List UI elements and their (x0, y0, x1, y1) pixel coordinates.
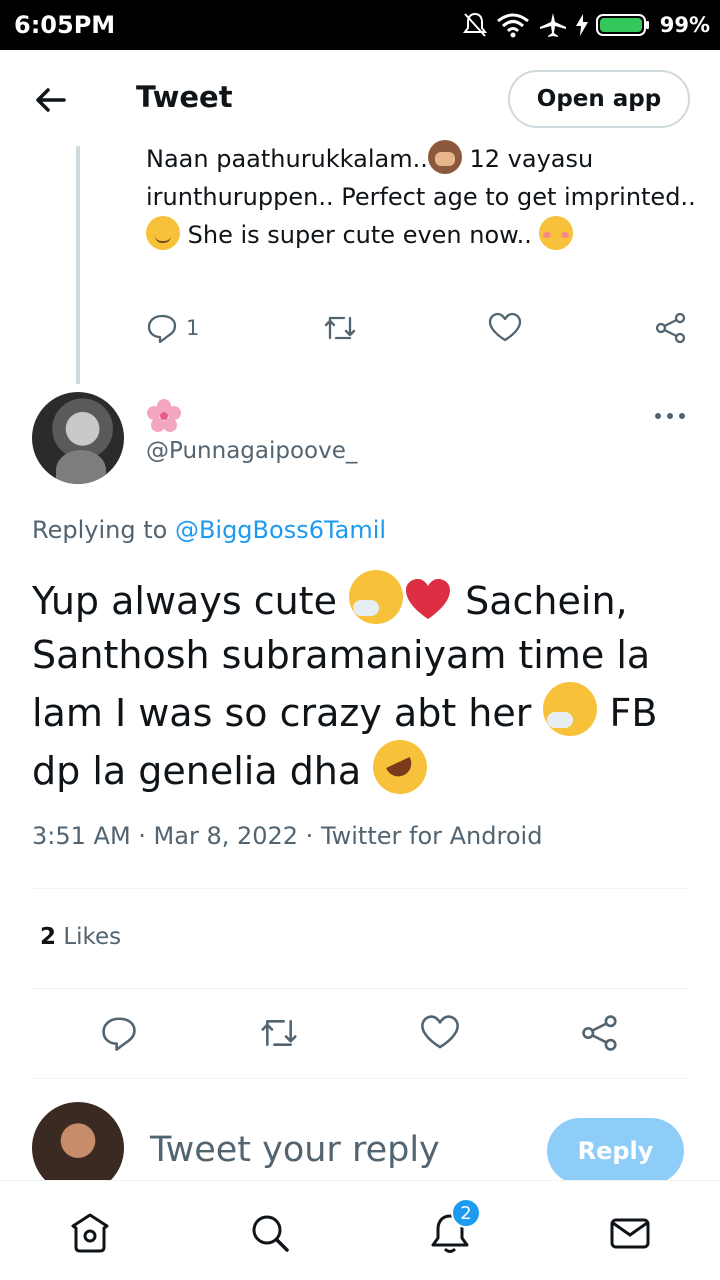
sneezing-face-icon (349, 570, 404, 624)
replying-to-mention-link[interactable]: @BiggBoss6Tamil (175, 516, 386, 544)
reply-input[interactable]: Tweet your reply (150, 1130, 440, 1170)
retweet-button[interactable] (258, 1014, 300, 1052)
replying-to-label: Replying to (32, 516, 175, 544)
status-time: 6:05PM (14, 11, 116, 39)
parent-share-button[interactable] (654, 312, 688, 344)
parent-like-button[interactable] (488, 312, 522, 344)
tweet-timestamp-source[interactable]: 3:51 AM · Mar 8, 2022 · Twitter for Andr… (32, 822, 542, 850)
reply-icon (102, 1017, 136, 1051)
notifications-badge: 2 (451, 1198, 481, 1228)
parent-tweet-text-part: Naan paathurukkalam.. (146, 145, 428, 173)
battery-icon (595, 14, 649, 36)
reply-icon (147, 314, 177, 344)
search-icon[interactable] (248, 1211, 292, 1255)
top-app-bar: Tweet Open app (0, 50, 720, 146)
rolling-on-floor-laughing-icon (364, 731, 437, 803)
share-icon (655, 312, 686, 344)
relieved-face-icon (146, 216, 180, 250)
cherry-blossom-icon (147, 399, 181, 432)
red-heart-icon (406, 579, 451, 619)
main-tweet-actions (100, 1014, 640, 1056)
divider (32, 888, 688, 889)
charging-icon (575, 14, 588, 36)
divider (32, 988, 688, 989)
parent-tweet-text: Naan paathurukkalam.. 12 vayasu irunthur… (146, 140, 696, 254)
parent-reply-count: 1 (186, 316, 200, 340)
author-handle[interactable]: @Punnagaipoove_ (146, 438, 357, 464)
see-no-evil-monkey-icon (427, 140, 462, 174)
open-app-button[interactable]: Open app (508, 70, 690, 128)
main-tweet-text: Yup always cute Sachein, Santhosh subram… (32, 570, 692, 803)
share-button[interactable] (580, 1014, 620, 1052)
messages-mail-icon[interactable] (608, 1211, 652, 1255)
more-options-icon[interactable] (650, 404, 690, 428)
status-icons: 99% (462, 10, 710, 40)
sneezing-face-icon (543, 682, 598, 736)
smiling-face-icon (539, 216, 574, 250)
parent-retweet-button[interactable] (322, 312, 358, 344)
likes-count-link[interactable]: 2 Likes (40, 924, 121, 950)
reply-button[interactable] (100, 1014, 138, 1052)
wifi-icon (496, 13, 529, 38)
parent-tweet-text-part: She is super cute even now.. (180, 221, 532, 249)
status-bar: 6:05PM 99% (0, 0, 720, 50)
page-title: Tweet (136, 80, 233, 114)
parent-tweet-actions: 1 (146, 312, 692, 352)
likes-count: 2 (40, 924, 57, 950)
mute-bell-icon (462, 12, 487, 37)
heart-icon (421, 1015, 459, 1049)
heart-icon (488, 312, 522, 342)
battery-percent: 99% (659, 13, 710, 37)
home-icon[interactable] (68, 1211, 112, 1255)
likes-label: Likes (56, 924, 122, 950)
like-button[interactable] (420, 1014, 460, 1052)
main-tweet-text-part: Yup always cute (32, 579, 350, 623)
bottom-navigation (0, 1180, 720, 1280)
share-icon (582, 1015, 617, 1051)
reply-submit-button[interactable]: Reply (547, 1118, 684, 1184)
airplane-icon (539, 13, 566, 37)
retweet-icon (324, 316, 356, 340)
thread-connector-line (76, 146, 80, 384)
parent-reply-button[interactable]: 1 (146, 312, 199, 344)
divider (32, 1078, 688, 1079)
retweet-icon (261, 1020, 297, 1046)
back-arrow-icon[interactable] (30, 80, 70, 120)
replying-to-line: Replying to @BiggBoss6Tamil (32, 516, 386, 544)
author-avatar[interactable] (32, 392, 124, 484)
